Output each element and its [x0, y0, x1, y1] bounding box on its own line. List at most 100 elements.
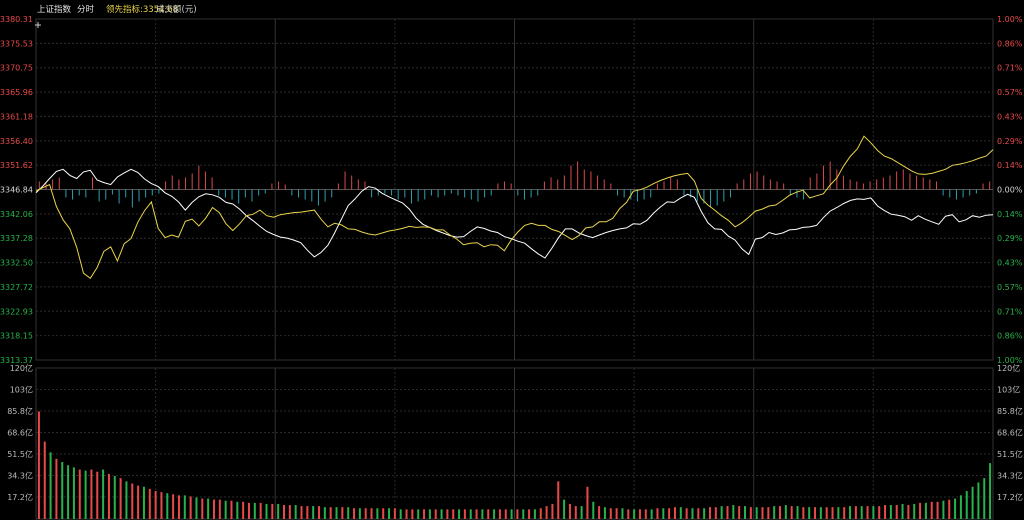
imbalance-bar — [590, 171, 592, 190]
imbalance-bar — [916, 175, 918, 190]
volume-tick-label: 103亿 — [10, 385, 33, 395]
volume-bar — [393, 508, 396, 519]
volume-bar — [137, 485, 140, 519]
volume-bar — [183, 495, 186, 519]
volume-bar — [382, 508, 385, 519]
imbalance-bar — [52, 179, 54, 190]
volume-bar — [417, 509, 420, 519]
percent-tick-label: 0.29% — [997, 137, 1023, 146]
volume-bar — [358, 508, 361, 519]
imbalance-bar — [58, 177, 60, 190]
volume-bar — [878, 506, 881, 519]
volume-bar — [55, 458, 58, 519]
volume-bar — [738, 506, 741, 519]
volume-bar — [901, 503, 904, 519]
volume-bar — [615, 508, 618, 519]
volume-bar — [685, 508, 688, 519]
price-tick-label: 3365.96 — [0, 88, 33, 97]
volume-bar — [364, 508, 367, 519]
volume-bar — [749, 507, 752, 519]
volume-bar — [533, 509, 536, 519]
volume-bar — [971, 486, 974, 519]
imbalance-bar — [72, 189, 74, 200]
imbalance-bar — [311, 189, 313, 202]
imbalance-bar — [324, 189, 326, 202]
imbalance-bar — [710, 189, 712, 208]
volume-bar — [37, 411, 40, 519]
imbalance-bar — [371, 189, 373, 198]
volume-bar — [516, 509, 519, 519]
imbalance-bar — [490, 189, 492, 196]
imbalance-bar — [603, 179, 605, 190]
volume-tick-label: 85.8亿 — [997, 406, 1023, 416]
volume-bar — [592, 501, 595, 519]
volume-bar — [580, 506, 583, 519]
volume-bar — [767, 507, 770, 519]
imbalance-bar — [670, 177, 672, 190]
volume-bar — [154, 491, 157, 519]
volume-bar — [831, 507, 834, 519]
volume-bar — [294, 505, 297, 519]
price-tick-label: 3346.84 — [0, 186, 33, 195]
volume-bar — [714, 507, 717, 519]
imbalance-bar — [510, 183, 512, 190]
imbalance-bar — [902, 169, 904, 190]
volume-bar — [860, 506, 863, 519]
volume-bar — [78, 469, 81, 519]
imbalance-bar — [391, 189, 393, 196]
volume-bar — [814, 507, 817, 519]
volume-bar — [335, 507, 338, 519]
imbalance-bar — [550, 177, 552, 190]
imbalance-bar — [816, 173, 818, 190]
imbalance-bar — [623, 189, 625, 198]
percent-tick-label: 0.86% — [997, 39, 1023, 48]
imbalance-bar — [417, 189, 419, 202]
price-tick-label: 3342.06 — [0, 210, 33, 219]
imbalance-bar — [178, 179, 180, 190]
imbalance-bar — [224, 189, 226, 198]
imbalance-bar — [504, 181, 506, 190]
volume-bar — [697, 508, 700, 519]
price-tick-label: 3318.15 — [0, 332, 33, 341]
imbalance-bar — [636, 189, 638, 202]
volume-bar — [784, 505, 787, 519]
imbalance-bar — [876, 179, 878, 190]
volume-bar — [481, 509, 484, 519]
imbalance-bar — [138, 189, 140, 202]
percent-tick-label: 0.57% — [997, 283, 1023, 292]
volume-bar — [353, 508, 356, 519]
price-tick-label: 3351.62 — [0, 161, 33, 170]
volume-bar — [627, 509, 630, 519]
imbalance-bar — [543, 181, 545, 190]
imbalance-bar — [344, 171, 346, 190]
volume-bar — [732, 505, 735, 519]
imbalance-bar — [643, 189, 645, 200]
volume-bar — [72, 467, 75, 519]
volume-bar — [423, 509, 426, 519]
imbalance-bar — [929, 179, 931, 190]
imbalance-bar — [663, 181, 665, 190]
chart-svg[interactable]: 3380.31 3375.53 3370.75 3365.96 3361.18 3356.… — [0, 0, 1024, 520]
volume-bar — [218, 499, 221, 519]
volume-bar — [598, 506, 601, 519]
imbalance-bar — [743, 179, 745, 190]
imbalance-bar — [982, 183, 984, 190]
volume-bar — [207, 498, 210, 519]
volume-bar — [644, 509, 647, 519]
volume-bar — [942, 500, 945, 519]
percent-tick-label: 0.57% — [997, 88, 1023, 97]
volume-bar — [773, 506, 776, 519]
percent-tick-label: 0.00% — [997, 186, 1023, 195]
imbalance-bar — [729, 189, 731, 198]
volume-bar — [242, 501, 245, 519]
volume-bar — [557, 481, 560, 519]
imbalance-bar — [304, 189, 306, 200]
imbalance-bar — [404, 189, 406, 198]
imbalance-bar — [158, 189, 160, 194]
imbalance-bar — [862, 183, 864, 190]
percent-tick-label: 1.00% — [997, 15, 1023, 24]
volume-bar — [405, 509, 408, 519]
percent-tick-label: 0.71% — [997, 307, 1023, 316]
imbalance-bar — [444, 189, 446, 196]
imbalance-bar — [749, 173, 751, 190]
